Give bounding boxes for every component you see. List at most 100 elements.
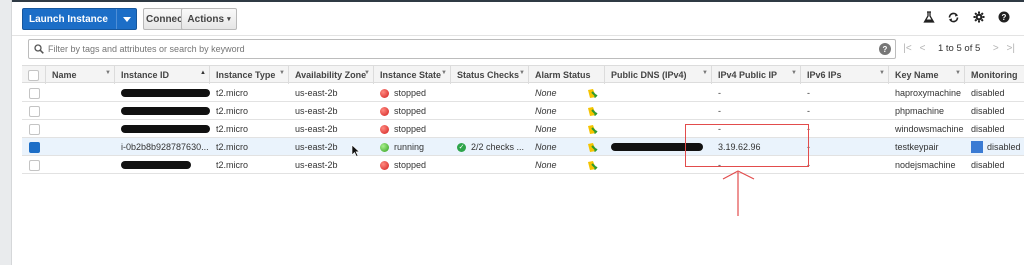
launch-instance-button[interactable]: Launch Instance [22, 8, 137, 30]
cell-ipv6-ips: - [801, 156, 889, 174]
az-text: us-east-2b [295, 124, 338, 134]
row-checkbox[interactable] [28, 105, 40, 117]
instances-table: Name ▼ Instance ID ▲ Instance Type ▼ Availa… [22, 65, 1024, 174]
table-row[interactable]: t2.micro us-east-2b stopped None - - haproxyma… [22, 84, 1024, 102]
type-text: t2.micro [216, 88, 249, 98]
search-box[interactable]: ? [28, 39, 896, 59]
monitoring-text: disabled [987, 142, 1021, 152]
alarm-status-text: None [535, 124, 557, 134]
table-row[interactable]: t2.micro us-east-2b stopped None - - windowsma… [22, 120, 1024, 138]
row-checkbox[interactable] [28, 159, 40, 171]
col-key-name[interactable]: Key Name ▼ [889, 66, 965, 84]
monitoring-text: disabled [971, 160, 1005, 170]
alarm-status-text: None [535, 88, 557, 98]
cell-instance-state: running [374, 138, 451, 156]
col-name[interactable]: Name ▼ [46, 66, 115, 84]
annotation-highlight-box [685, 124, 809, 167]
row-select-cell [22, 156, 46, 174]
create-alarm-icon[interactable] [587, 160, 598, 171]
prev-page-icon[interactable]: < [917, 43, 928, 54]
cell-monitoring: disabled [965, 156, 1024, 174]
cell-public-dns [605, 102, 712, 120]
toolbar: Launch Instance Connect Actions ▾ ? [12, 2, 1024, 35]
instance-id-text: i-0b2b8b928787630... [121, 142, 209, 152]
sort-icon: ▼ [105, 70, 111, 76]
col-instance-type-label: Instance Type [216, 70, 276, 80]
cell-instance-type: t2.micro [210, 138, 289, 156]
select-all-checkbox[interactable] [28, 69, 39, 81]
next-page-icon[interactable]: > [990, 43, 1001, 54]
sort-icon: ▼ [441, 70, 447, 76]
col-instance-id-label: Instance ID [121, 70, 170, 80]
left-sidebar-edge [0, 0, 12, 265]
actions-button[interactable]: Actions ▾ [181, 8, 237, 30]
row-checkbox[interactable] [28, 141, 40, 153]
az-text: us-east-2b [295, 88, 338, 98]
check-passed-icon: ✓ [457, 142, 466, 152]
cell-alarm-status: None [529, 138, 605, 156]
sort-icon: ▼ [879, 70, 885, 76]
row-checkbox[interactable] [28, 123, 40, 135]
col-alarm-status[interactable]: Alarm Status [529, 66, 605, 84]
col-instance-type[interactable]: Instance Type ▼ [210, 66, 289, 84]
col-public-dns[interactable]: Public DNS (IPv4) ▼ [605, 66, 712, 84]
col-public-dns-label: Public DNS (IPv4) [611, 70, 687, 80]
table-row[interactable]: t2.micro us-east-2b stopped None - - phpmachin… [22, 102, 1024, 120]
cell-instance-id [115, 84, 210, 102]
launch-dropdown-caret-icon[interactable] [116, 9, 136, 29]
cell-monitoring: disabled [965, 120, 1024, 138]
col-instance-state[interactable]: Instance State ▼ [374, 66, 451, 84]
col-availability-zone[interactable]: Availability Zone ▼ [289, 66, 374, 84]
row-select-cell [22, 138, 46, 156]
col-instance-id[interactable]: Instance ID ▲ [115, 66, 210, 84]
create-alarm-icon[interactable] [587, 124, 598, 135]
redacted-instance-id [121, 89, 210, 97]
cell-instance-type: t2.micro [210, 156, 289, 174]
row-checkbox[interactable] [28, 87, 40, 99]
cell-ipv6-ips: - [801, 84, 889, 102]
instance-state-text: stopped [394, 106, 427, 116]
create-alarm-icon[interactable] [587, 106, 598, 117]
cell-instance-state: stopped [374, 120, 451, 138]
refresh-icon[interactable] [941, 11, 966, 24]
sort-icon: ▼ [702, 70, 708, 76]
cell-instance-type: t2.micro [210, 120, 289, 138]
cell-monitoring: disabled [965, 138, 1024, 156]
launch-instance-label: Launch Instance [29, 13, 108, 25]
gear-icon[interactable] [966, 11, 991, 24]
cell-key-name: windowsmachine [889, 120, 965, 138]
cell-ipv4-public-ip: - [712, 84, 801, 102]
col-monitoring[interactable]: Monitoring [965, 66, 1024, 84]
instance-state-text: stopped [394, 160, 427, 170]
col-ipv6-ips-label: IPv6 IPs [807, 70, 842, 80]
cell-availability-zone: us-east-2b [289, 156, 374, 174]
create-alarm-icon[interactable] [587, 88, 598, 99]
search-input[interactable] [48, 44, 848, 54]
alarm-status-text: None [535, 160, 557, 170]
chevron-down-icon: ▾ [227, 16, 231, 23]
col-alarm-status-label: Alarm Status [535, 70, 591, 80]
first-page-icon[interactable]: |< [902, 43, 913, 54]
last-page-icon[interactable]: >| [1005, 43, 1016, 54]
flask-icon[interactable] [916, 11, 941, 24]
header-select-all[interactable] [22, 66, 46, 84]
az-text: us-east-2b [295, 142, 338, 152]
search-help-icon[interactable]: ? [879, 43, 891, 55]
create-alarm-icon[interactable] [587, 142, 598, 153]
key-text: haproxymachine [895, 88, 962, 98]
instance-state-text: stopped [394, 124, 427, 134]
table-row[interactable]: i-0b2b8b928787630... t2.micro us-east-2b ru… [22, 138, 1024, 156]
cell-ipv6-ips: - [801, 120, 889, 138]
col-name-label: Name [52, 70, 77, 80]
col-status-checks[interactable]: Status Checks ▼ [451, 66, 529, 84]
redacted-instance-id [121, 125, 210, 133]
cell-instance-id [115, 156, 210, 174]
alarm-status-text: None [535, 106, 557, 116]
search-icon [34, 44, 44, 54]
col-ipv4-public-ip[interactable]: IPv4 Public IP ▼ [712, 66, 801, 84]
ipv6-text: - [807, 88, 810, 98]
help-icon[interactable]: ? [991, 11, 1016, 24]
table-header: Name ▼ Instance ID ▲ Instance Type ▼ Availa… [22, 65, 1024, 84]
col-ipv6-ips[interactable]: IPv6 IPs ▼ [801, 66, 889, 84]
table-row[interactable]: t2.micro us-east-2b stopped None - - nodejsmac… [22, 156, 1024, 174]
